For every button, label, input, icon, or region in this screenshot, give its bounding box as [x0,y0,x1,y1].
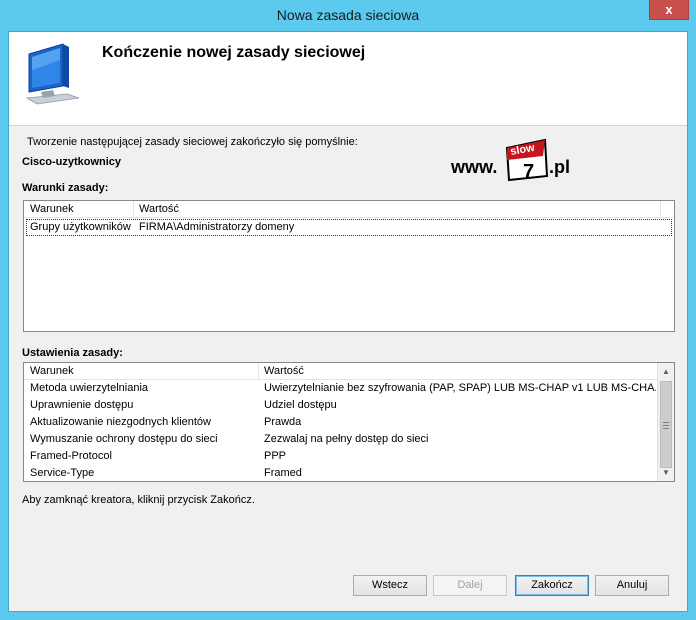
table-row[interactable]: Service-Type Framed [24,465,657,481]
setting-name: Wymuszanie ochrony dostępu do sieci [30,433,218,445]
column-header-wartosc[interactable]: Wartość [139,203,179,217]
setting-value: Zezwalaj na pełny dostęp do sieci [264,433,429,445]
window-title: Nowa zasada sieciowa [276,7,420,23]
column-header-warunek[interactable]: Warunek [30,365,74,379]
scroll-thumb[interactable] [660,381,672,468]
conditions-label: Warunki zasady: [22,182,109,194]
settings-label: Ustawienia zasady: [22,347,123,359]
table-row[interactable]: Aktualizowanie niezgodnych klientów Praw… [24,414,657,431]
conditions-list[interactable]: Warunek Wartość Grupy użytkowników FIRMA… [23,200,675,332]
cancel-button[interactable]: Anuluj [595,575,669,596]
settings-scrollbar[interactable]: ▲ ▼ [657,363,674,481]
condition-name: Grupy użytkowników [30,221,131,233]
next-button[interactable]: Dalej [433,575,507,596]
finish-instructions: Aby zamknąć kreatora, kliknij przycisk Z… [22,494,255,506]
table-row[interactable]: Uprawnienie dostępu Udziel dostępu [24,397,657,414]
condition-value: FIRMA\Administratorzy domeny [139,221,295,233]
conditions-header: Warunek Wartość [24,201,674,218]
policy-name: Cisco-uzytkownicy [22,156,122,168]
table-row[interactable]: Grupy użytkowników FIRMA\Administratorzy… [26,219,672,236]
settings-header: Warunek Wartość [24,363,657,380]
setting-value: Prawda [264,416,302,428]
settings-list[interactable]: Warunek Wartość Metoda uwierzytelniania … [23,362,675,482]
back-button[interactable]: Wstecz [353,575,427,596]
close-button[interactable]: x [649,0,689,20]
setting-name: Service-Type [30,467,95,479]
finish-button[interactable]: Zakończ [515,575,589,596]
logo-badge-number: 7 [523,161,534,183]
setting-value: Uwierzytelnianie bez szyfrowania (PAP, S… [264,382,656,394]
logo-prefix: www. [451,157,497,177]
table-row[interactable]: Wymuszanie ochrony dostępu do sieci Zezw… [24,431,657,448]
setting-name: Metoda uwierzytelniania [30,382,149,394]
title-bar[interactable]: Nowa zasada sieciowa x [0,0,696,30]
setting-name: Aktualizowanie niezgodnych klientów [30,416,211,428]
logo-suffix: .pl [549,157,570,177]
setting-name: Framed-Protocol [30,450,112,462]
dialog-window: Nowa zasada sieciowa x Kończenie nowej z… [0,0,696,620]
table-row[interactable]: Metoda uwierzytelniania Uwierzytelnianie… [24,380,657,397]
wizard-header: Kończenie nowej zasady sieciowej [9,32,687,126]
wizard-title: Kończenie nowej zasady sieciowej [102,44,366,61]
setting-name: Uprawnienie dostępu [30,399,134,411]
setting-value: Framed [264,467,302,479]
scroll-down-icon[interactable]: ▼ [658,464,674,481]
slow7-logo: www. slow 7 .pl [451,138,570,183]
column-header-wartosc[interactable]: Wartość [264,365,304,379]
setting-value: PPP [264,450,287,462]
table-row[interactable]: Framed-Protocol PPP [24,448,657,465]
dialog-client-area: Kończenie nowej zasady sieciowej Tworzen… [8,31,688,612]
monitor-icon [25,43,80,105]
scroll-up-icon[interactable]: ▲ [658,363,674,380]
completion-message: Tworzenie następującej zasady sieciowej … [27,136,358,148]
setting-value: Udziel dostępu [264,399,337,411]
column-header-warunek[interactable]: Warunek [30,203,74,217]
